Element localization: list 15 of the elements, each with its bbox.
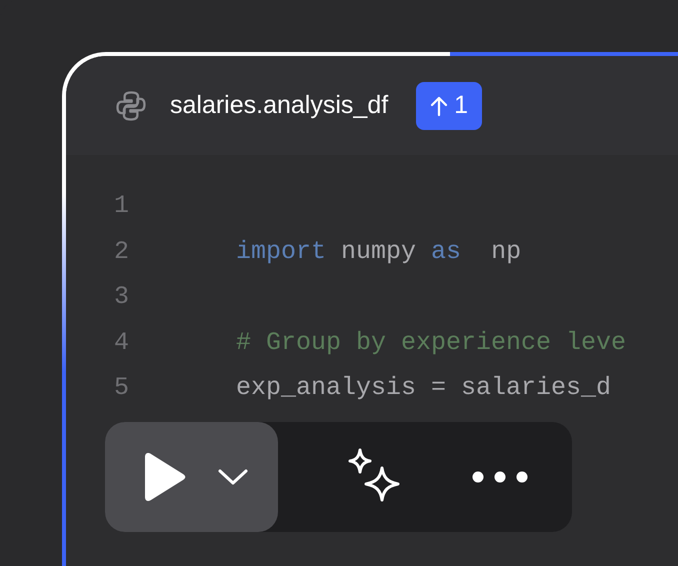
line-number: 1: [113, 190, 130, 222]
code-line: exp_analysis = salaries_d: [236, 372, 612, 404]
badge-count: 1: [454, 90, 468, 121]
line-number: 3: [113, 281, 130, 313]
line-number: 5: [113, 372, 130, 404]
chevron-down-icon: [217, 468, 249, 486]
python-icon: [114, 88, 148, 122]
run-button[interactable]: [105, 422, 278, 532]
file-title: salaries.analysis_df: [170, 90, 388, 121]
code-line: import numpy as np: [236, 236, 522, 268]
line-number: 2: [113, 236, 130, 268]
up-arrow-icon: [430, 94, 448, 116]
code-line: # Group by experience leve: [236, 326, 626, 358]
line-number: 4: [113, 326, 130, 358]
more-icon[interactable]: [472, 471, 528, 483]
